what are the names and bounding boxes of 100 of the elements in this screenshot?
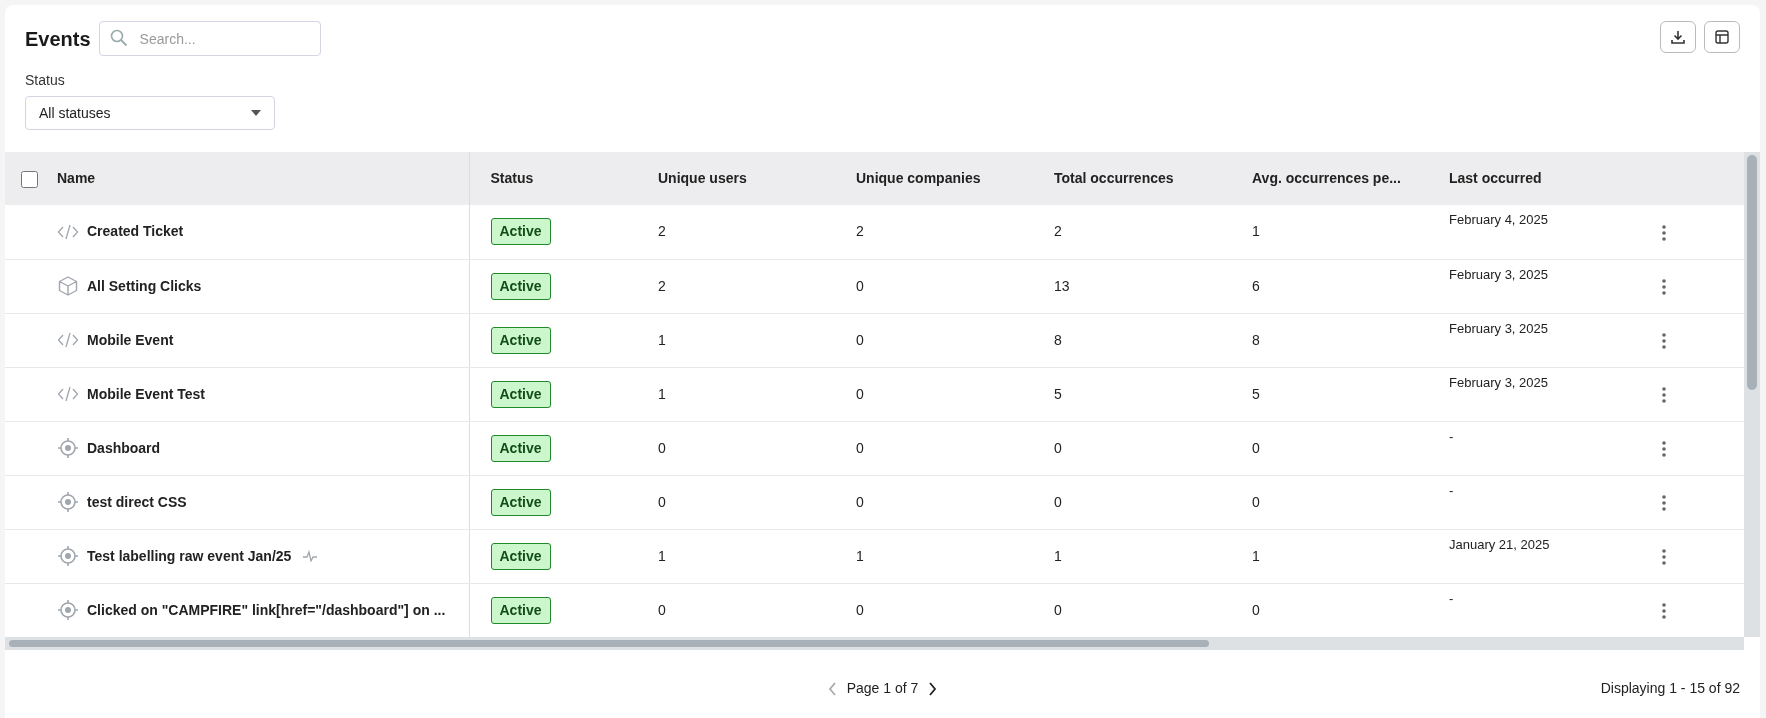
table-cell: 0 — [856, 331, 864, 348]
table-cell: 0 — [1252, 439, 1260, 456]
results-summary: Displaying 1 - 15 of 92 — [1600, 679, 1740, 698]
event-name: Clicked on "CAMPFIRE" link[href="/dashboard"] on ... — [87, 600, 446, 620]
vertical-dots-icon — [1662, 386, 1666, 403]
status-badge: Active — [490, 596, 551, 624]
table-cell: 6 — [1252, 277, 1260, 294]
table-cell: 1 — [1054, 547, 1062, 564]
status-filter-label: Status — [25, 71, 66, 90]
table-cell: 2 — [658, 277, 666, 294]
page-indicator: Page 1 of 7 — [846, 678, 919, 698]
table-row[interactable]: Mobile Event Test Active 1 0 5 5 February 3, 2025 — [5, 367, 1744, 421]
table-row[interactable]: Mobile Event Active 1 0 8 8 February 3, 2025 — [5, 313, 1744, 367]
table-cell: 0 — [1252, 601, 1260, 618]
date-cell-text: January 21, 2025 — [1449, 535, 1550, 554]
page-title: Events — [25, 26, 91, 52]
table-row[interactable]: Created Ticket Active 2 2 2 1 February 4, 2025 — [5, 205, 1744, 259]
vertical-dots-icon — [1662, 494, 1666, 511]
table-cell: 0 — [856, 601, 864, 618]
table-layout-icon — [1714, 29, 1730, 45]
table-row[interactable]: test direct CSS Active 0 0 0 0 - — [5, 475, 1744, 529]
table-row[interactable]: All Setting Clicks Active 2 0 13 6 February 3, 2025 — [5, 259, 1744, 313]
column-header: Name — [57, 170, 96, 186]
column-header: Unique companies — [856, 170, 981, 186]
horizontal-scrollbar[interactable] — [5, 637, 1744, 650]
date-cell-text: February 3, 2025 — [1449, 319, 1548, 338]
date-cell-text: February 3, 2025 — [1449, 265, 1548, 284]
status-badge: Active — [490, 542, 551, 570]
vertical-dots-icon — [1662, 278, 1666, 295]
table-cell: 0 — [856, 277, 864, 294]
table-row[interactable]: Test labelling raw event Jan/25 Active 1 1 1 1 January 21, 2025 — [5, 529, 1744, 583]
cube-icon — [57, 275, 79, 297]
table-cell: 8 — [1252, 331, 1260, 348]
vertical-dots-icon — [1662, 440, 1666, 457]
table-cell: 0 — [658, 601, 666, 618]
table-cell: 0 — [658, 439, 666, 456]
table-cell: 0 — [856, 493, 864, 510]
event-name: All Setting Clicks — [87, 276, 202, 296]
event-name: Mobile Event — [87, 330, 174, 350]
event-name: Test labelling raw event Jan/25 — [87, 546, 292, 566]
vertical-dots-icon — [1662, 332, 1666, 349]
target-icon — [57, 599, 79, 621]
table-cell: 1 — [658, 331, 666, 348]
status-badge: Active — [490, 488, 551, 516]
event-name: test direct CSS — [87, 492, 187, 512]
table-cell: 2 — [1054, 223, 1062, 240]
table-cell: 1 — [658, 385, 666, 402]
date-cell-text: - — [1449, 427, 1454, 446]
target-icon — [57, 545, 79, 567]
status-badge: Active — [490, 326, 551, 354]
search-field[interactable]: Search... — [98, 21, 321, 56]
chevron-left-icon — [827, 681, 837, 696]
column-header: Unique users — [658, 170, 747, 186]
table-cell: 13 — [1054, 277, 1070, 294]
date-cell-text: February 3, 2025 — [1449, 373, 1548, 392]
chevron-right-icon — [928, 681, 938, 696]
table-cell: 1 — [1252, 547, 1260, 564]
column-header: Status — [490, 170, 534, 186]
table-cell: 1 — [856, 547, 864, 564]
caret-icon — [251, 110, 261, 116]
code-icon — [57, 384, 79, 404]
target-icon — [57, 437, 79, 459]
table-cell: 0 — [1054, 493, 1062, 510]
table-cell: 2 — [658, 223, 666, 240]
table-cell: 0 — [1252, 493, 1260, 510]
date-cell-text: - — [1449, 589, 1454, 608]
status-badge: Active — [490, 380, 551, 408]
table-cell: 0 — [1054, 439, 1062, 456]
date-cell-text: February 4, 2025 — [1449, 211, 1548, 230]
column-header: Total occurrences — [1054, 170, 1174, 186]
date-cell-text: - — [1449, 481, 1454, 500]
column-header: Last occurred — [1449, 170, 1542, 186]
table-cell: 8 — [1054, 331, 1062, 348]
table-cell: 5 — [1252, 385, 1260, 402]
table-cell: 1 — [1252, 223, 1260, 240]
event-name: Dashboard — [87, 438, 161, 458]
status-badge: Active — [490, 434, 551, 462]
table-cell: 5 — [1054, 385, 1062, 402]
select-all-checkbox[interactable] — [21, 170, 38, 188]
table-cell: 0 — [658, 493, 666, 510]
status-badge: Active — [490, 218, 551, 246]
table-cell: 2 — [856, 223, 864, 240]
vertical-dots-icon — [1662, 224, 1666, 241]
download-button[interactable] — [1660, 21, 1696, 53]
table-cell: 0 — [856, 385, 864, 402]
table-cell: 1 — [658, 547, 666, 564]
code-icon — [57, 330, 79, 350]
table-row[interactable]: Dashboard Active 0 0 0 0 - — [5, 421, 1744, 475]
vertical-dots-icon — [1662, 548, 1666, 565]
event-name: Mobile Event Test — [87, 384, 205, 404]
status-badge: Active — [490, 272, 551, 300]
target-icon — [57, 491, 79, 513]
status-dropdown[interactable]: All statuses — [25, 96, 275, 130]
columns-button[interactable] — [1704, 21, 1740, 53]
vertical-dots-icon — [1662, 602, 1666, 619]
table-cell: 0 — [1054, 601, 1062, 618]
event-name: Created Ticket — [87, 222, 184, 242]
table-cell: 0 — [856, 439, 864, 456]
vertical-scrollbar[interactable] — [1744, 152, 1760, 637]
column-header: Avg. occurrences pe... — [1252, 170, 1401, 186]
